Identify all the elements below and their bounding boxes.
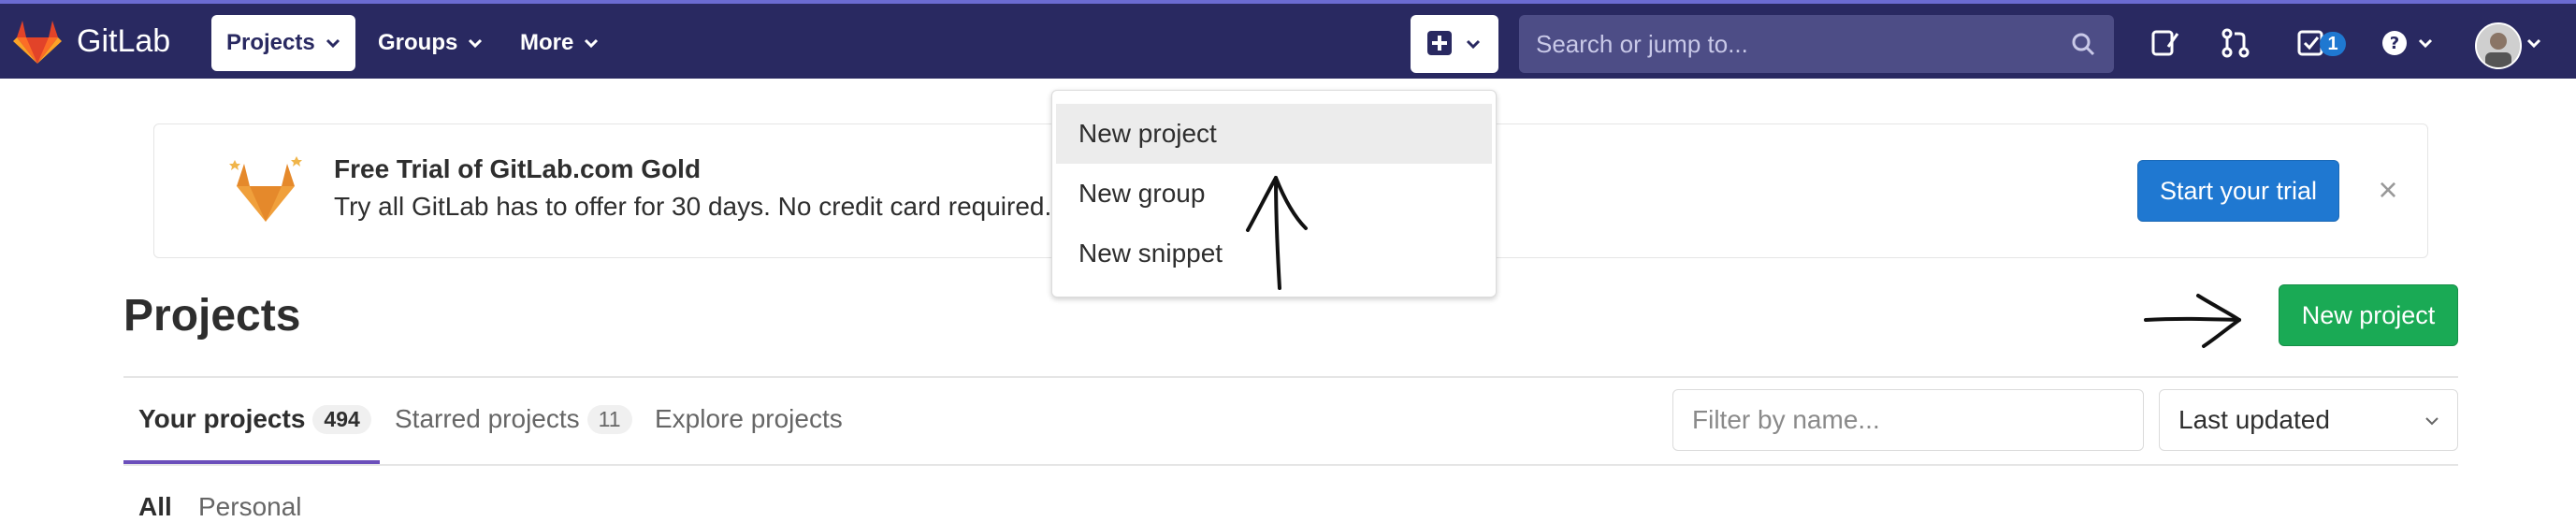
gitlab-logo-icon[interactable] xyxy=(13,19,62,65)
todo-count-badge: 1 xyxy=(2320,32,2346,56)
annotation-arrow-right xyxy=(2144,294,2241,348)
issues-icon[interactable] xyxy=(2148,26,2181,60)
help-icon[interactable]: ? xyxy=(2381,26,2415,60)
chevron-down-icon xyxy=(2425,417,2439,426)
chevron-down-icon xyxy=(469,38,483,49)
svg-text:?: ? xyxy=(2390,34,2399,53)
top-navbar: GitLab Projects Groups More 1 xyxy=(0,0,2576,79)
count-badge: 11 xyxy=(586,404,632,434)
nav-projects-label: Projects xyxy=(226,30,315,55)
divider xyxy=(123,376,2458,378)
new-project-button[interactable]: New project xyxy=(2279,284,2458,346)
page-title: Projects xyxy=(123,291,301,341)
close-icon[interactable]: × xyxy=(2371,173,2405,207)
tab-label: Your projects xyxy=(138,404,306,433)
merge-request-icon[interactable] xyxy=(2219,26,2252,60)
subtab-all[interactable]: All xyxy=(138,492,172,522)
chevron-down-icon xyxy=(1466,39,1481,50)
subtab-personal[interactable]: Personal xyxy=(198,492,302,522)
chevron-down-icon xyxy=(585,38,599,49)
plus-square-icon xyxy=(1427,31,1452,55)
tab-your-projects[interactable]: Your projects 494 xyxy=(138,399,371,440)
nav-more-dropdown[interactable]: More xyxy=(520,15,600,71)
chevron-down-icon xyxy=(326,38,340,49)
tab-starred-projects[interactable]: Starred projects 11 xyxy=(395,399,632,440)
nav-groups-dropdown[interactable]: Groups xyxy=(378,15,484,71)
filter-by-name-input[interactable] xyxy=(1672,389,2144,451)
chevron-down-icon xyxy=(2526,38,2541,49)
annotation-arrow-up xyxy=(1246,176,1308,290)
gitlab-gold-logo-icon xyxy=(229,156,302,222)
tab-explore-projects[interactable]: Explore projects xyxy=(655,399,843,440)
nav-projects-dropdown[interactable]: Projects xyxy=(211,15,355,71)
sort-value: Last updated xyxy=(2178,405,2330,434)
nav-groups-label: Groups xyxy=(378,30,458,55)
tab-label: Explore projects xyxy=(655,404,843,433)
new-item-dropdown-button[interactable] xyxy=(1411,15,1498,73)
nav-more-label: More xyxy=(520,30,574,55)
divider xyxy=(123,464,2458,466)
search-box[interactable] xyxy=(1519,15,2114,73)
brand-name[interactable]: GitLab xyxy=(77,21,170,62)
chevron-down-icon xyxy=(2418,38,2433,49)
menu-item-new-project[interactable]: New project xyxy=(1056,104,1492,164)
sort-dropdown[interactable]: Last updated xyxy=(2159,389,2458,451)
search-icon xyxy=(2072,33,2095,56)
user-avatar-icon xyxy=(2477,24,2520,67)
start-trial-button[interactable]: Start your trial xyxy=(2137,160,2339,222)
search-input[interactable] xyxy=(1534,28,2062,60)
avatar[interactable] xyxy=(2475,22,2522,69)
banner-text: Try all GitLab has to offer for 30 days.… xyxy=(334,192,1052,221)
banner-title: Free Trial of GitLab.com Gold xyxy=(334,154,702,183)
tab-label: Starred projects xyxy=(395,404,580,433)
count-badge: 494 xyxy=(312,404,371,434)
